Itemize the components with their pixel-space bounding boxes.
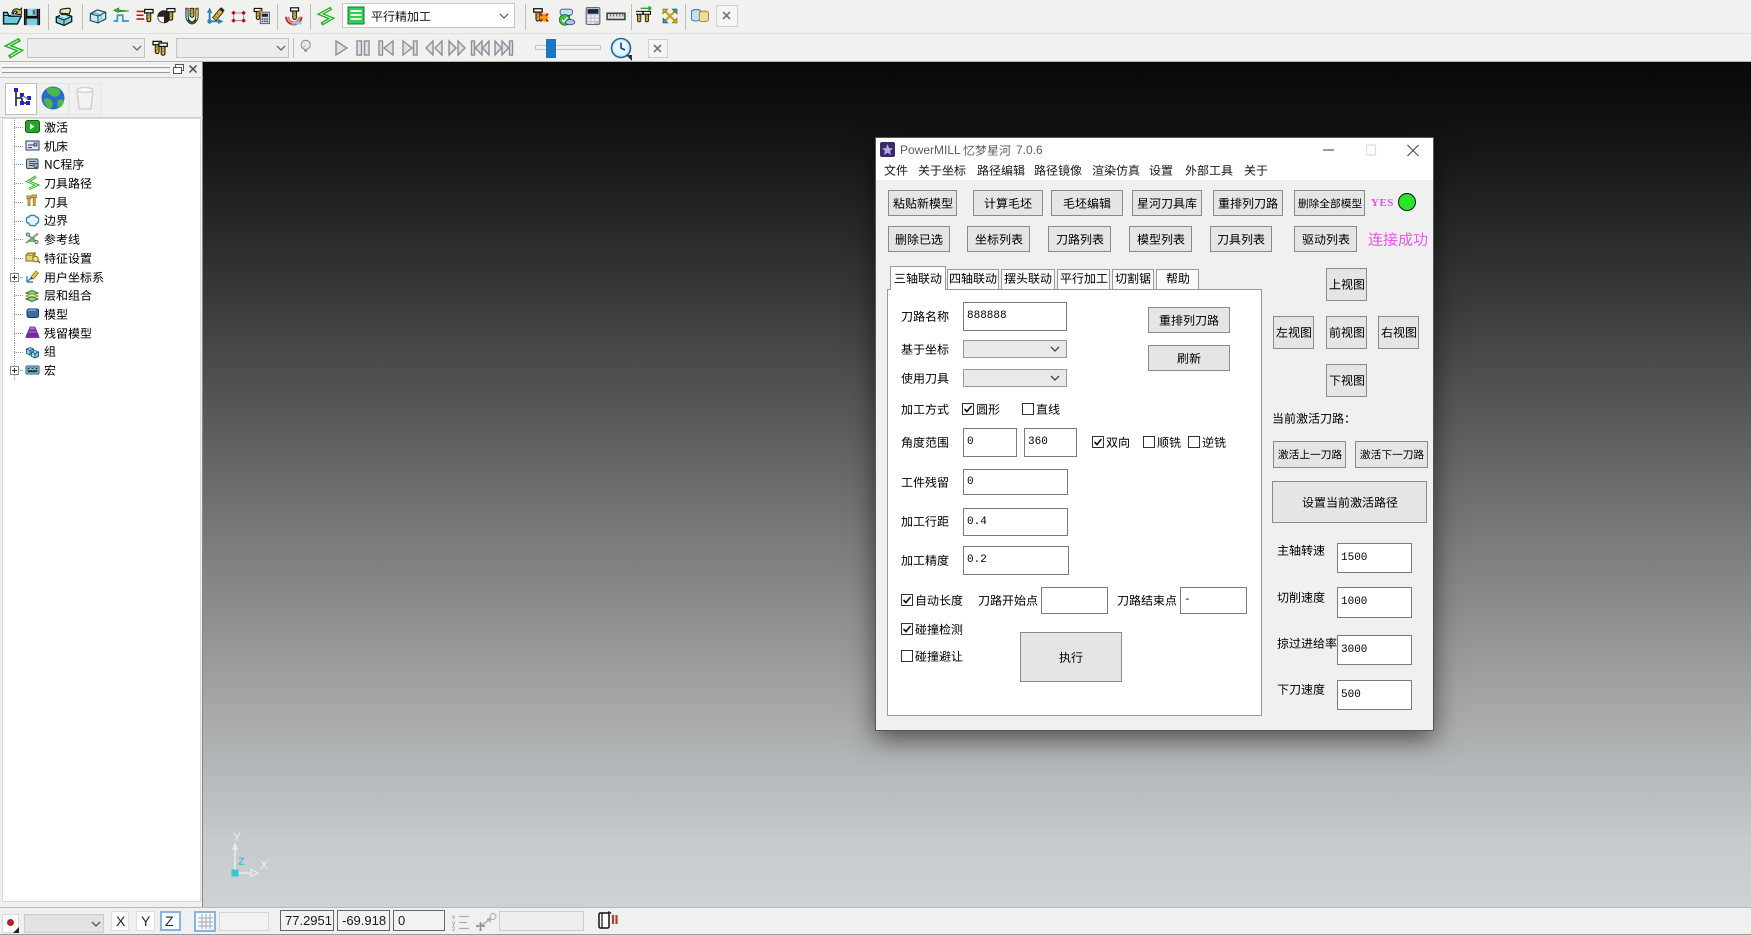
svg-text:Y: Y xyxy=(233,832,241,844)
svg-text:z: z xyxy=(452,926,455,931)
svg-text:X: X xyxy=(260,858,268,872)
svg-text:Z: Z xyxy=(238,856,245,868)
